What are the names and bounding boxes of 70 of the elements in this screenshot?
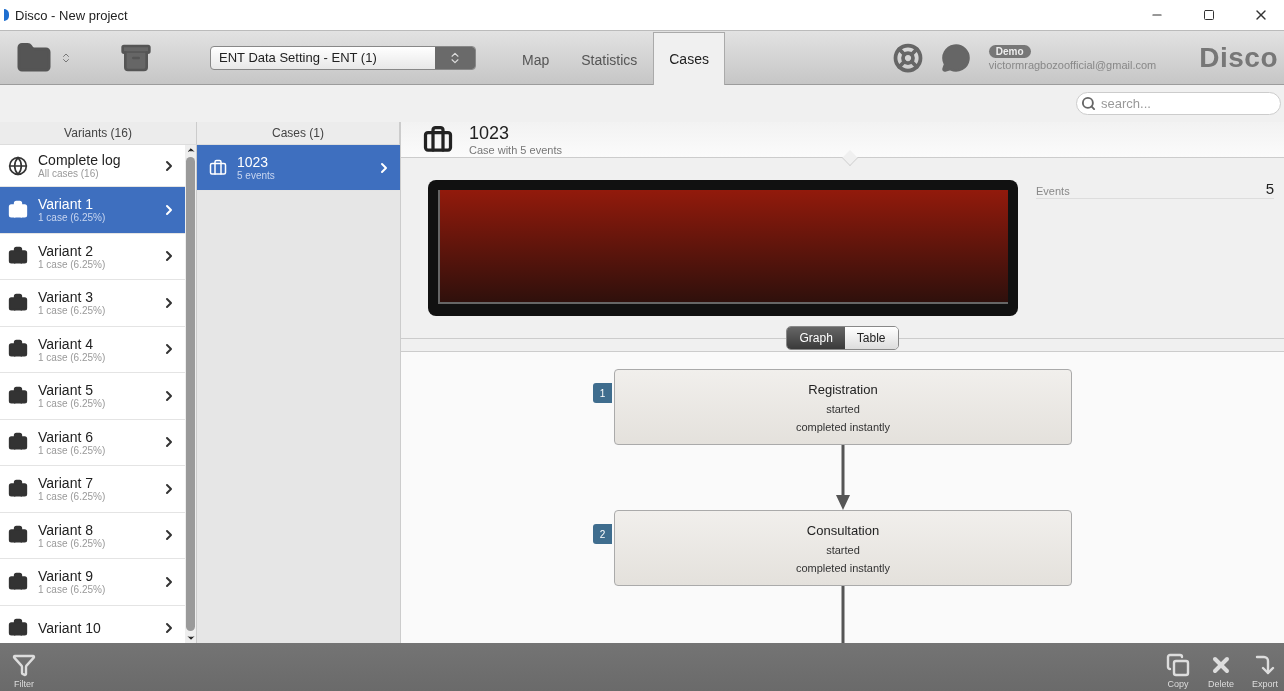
variant-subtitle: 1 case (6.25%) — [38, 305, 107, 317]
export-icon — [1253, 653, 1277, 677]
case-subtitle: Case with 5 events — [469, 144, 562, 156]
event-status: started — [826, 543, 860, 556]
view-toggle[interactable]: Table — [844, 326, 898, 349]
event-name: Consultation — [806, 522, 880, 538]
variant-subtitle: 1 case (6.25%) — [38, 258, 107, 270]
case-title: 1023 — [469, 123, 511, 144]
variant-title: Variant 10 — [38, 620, 102, 637]
variant-subtitle: 1 case (6.25%) — [38, 537, 107, 549]
window-title: Disco - New project — [15, 7, 129, 23]
filter-icon — [12, 653, 36, 677]
variant-title: Variant 1 — [38, 196, 94, 213]
variant-subtitle: 1 case (6.25%) — [38, 444, 107, 456]
copy-button[interactable]: Copy — [1165, 653, 1190, 689]
variant-subtitle: 1 case (6.25%) — [38, 351, 107, 363]
scrollbar[interactable] — [185, 145, 197, 643]
nav-tab[interactable]: Map — [506, 33, 566, 85]
dataset-select[interactable]: ENT Data Setting - ENT (1) — [210, 45, 476, 70]
globe-icon — [8, 155, 28, 176]
variant-title: Variant 3 — [38, 289, 94, 306]
variant-subtitle: 1 case (6.25%) — [38, 584, 107, 596]
stat-value: 5 — [1265, 180, 1274, 197]
view-toggle[interactable]: Graph — [787, 326, 845, 349]
step-number: 2 — [593, 524, 612, 544]
case-item[interactable]: 1023 5 events — [197, 145, 400, 191]
variant-title: Variant 2 — [38, 242, 94, 259]
search-field[interactable]: search... — [1076, 92, 1281, 115]
search-icon — [1081, 96, 1096, 111]
restore-icon[interactable] — [1203, 9, 1215, 21]
case-title: 1023 — [237, 154, 270, 170]
app-logo: Disco — [1199, 41, 1278, 74]
step-number: 1 — [593, 383, 612, 403]
variant-title: Variant 9 — [38, 568, 94, 585]
delete-button[interactable]: Delete — [1207, 653, 1234, 689]
app-icon — [4, 9, 9, 21]
export-button[interactable]: Export — [1252, 653, 1278, 689]
column-header: Variants (16) — [0, 122, 197, 145]
scroll-up-icon[interactable] — [185, 145, 196, 155]
scroll-down-icon[interactable] — [185, 633, 196, 643]
copy-icon — [1165, 653, 1190, 677]
variant-title: Variant 7 — [38, 475, 94, 492]
flow-arrow — [835, 445, 850, 510]
variant-title: Variant 8 — [38, 521, 94, 538]
column-header: Cases (1) — [197, 122, 400, 145]
account-email: victormragbozoofficial@gmail.com — [988, 58, 1157, 71]
variant-subtitle: 1 case (6.25%) — [38, 212, 107, 224]
variant-subtitle: 1 case (6.25%) — [38, 398, 107, 410]
case-subtitle: 5 events — [237, 170, 276, 181]
suitcase-icon — [423, 124, 453, 155]
event-status: completed instantly — [795, 420, 891, 433]
speech-bubble-icon[interactable] — [940, 42, 971, 73]
variant-title: Variant 6 — [38, 428, 94, 445]
nav-tab[interactable]: Cases — [653, 32, 725, 85]
variant-title: Variant 4 — [38, 335, 94, 352]
updown-icon[interactable] — [60, 51, 72, 64]
event-name: Registration — [808, 381, 878, 397]
variant-subtitle: All cases (16) — [38, 168, 100, 179]
nav-tab[interactable]: Statistics — [565, 33, 654, 85]
event-status: started — [826, 402, 860, 415]
stat-label: Events — [1036, 185, 1070, 197]
variant-subtitle: 1 case (6.25%) — [38, 491, 107, 503]
variant-item[interactable]: Variant 1 1 case (6.25%) — [0, 187, 185, 234]
lifebuoy-icon[interactable] — [892, 42, 923, 73]
filter-button[interactable]: Filter — [12, 653, 36, 689]
event-status: completed instantly — [795, 561, 891, 574]
variant-title: Variant 5 — [38, 382, 94, 399]
demo-label: Demo — [988, 44, 1031, 58]
suitcase-icon — [209, 158, 227, 177]
variant-title: Complete log — [38, 152, 122, 168]
